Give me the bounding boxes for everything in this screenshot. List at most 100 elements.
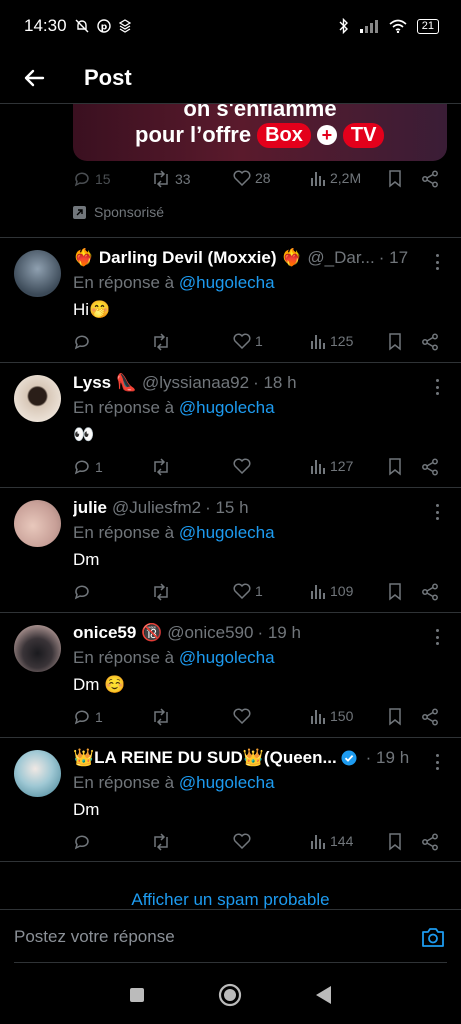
timestamp: · 18 h <box>253 373 297 392</box>
like-button[interactable] <box>233 458 255 474</box>
clock: 14:30 <box>24 16 67 35</box>
views-chart-icon <box>311 460 325 474</box>
share-button[interactable] <box>421 708 439 726</box>
avatar[interactable] <box>14 750 61 797</box>
bookmark-button[interactable] <box>388 583 402 601</box>
reply-icon <box>74 335 89 350</box>
ad-share-button[interactable] <box>421 170 439 188</box>
mention-link[interactable]: @hugolecha <box>179 523 275 542</box>
ad-bookmark-button[interactable] <box>388 170 402 188</box>
views-button[interactable]: 144 <box>310 833 353 849</box>
back-nav-button[interactable] <box>309 980 339 1010</box>
share-button[interactable] <box>421 333 439 351</box>
mention-link[interactable]: @hugolecha <box>179 273 275 292</box>
repost-icon <box>154 583 168 601</box>
user-handle[interactable]: @Juliesfm2 <box>112 498 201 518</box>
reply-button[interactable]: 1 <box>73 458 103 476</box>
share-icon <box>422 333 438 351</box>
display-name[interactable]: Lyss 👠 <box>73 373 137 393</box>
bookmark-icon <box>389 708 401 726</box>
in-reply-prefix: En réponse à <box>73 773 175 792</box>
in-reply-prefix: En réponse à <box>73 648 175 667</box>
reply-text: Dm ☺️ <box>73 675 126 694</box>
views-button[interactable]: 127 <box>310 458 353 474</box>
more-options-button[interactable] <box>429 377 445 397</box>
like-count: 1 <box>255 583 263 599</box>
mention-link[interactable]: @hugolecha <box>179 773 275 792</box>
status-bar-left: 14:30 p <box>24 16 131 36</box>
show-probable-spam-link[interactable]: Afficher un spam probable <box>0 890 461 910</box>
like-button[interactable] <box>233 708 255 724</box>
reply-action-bar: 144 <box>73 833 447 855</box>
more-options-button[interactable] <box>429 627 445 647</box>
like-button[interactable] <box>233 833 255 849</box>
reply-button[interactable] <box>73 583 95 601</box>
back-button[interactable] <box>14 58 54 98</box>
like-button[interactable]: 1 <box>233 583 263 599</box>
ad-reply-button[interactable]: 15 <box>73 170 111 188</box>
views-chart-icon <box>311 335 325 349</box>
avatar[interactable] <box>14 500 61 547</box>
display-name[interactable]: 👑LA REINE DU SUD👑(Queen... <box>73 748 337 768</box>
ad-headline-line2: pour l’offre Box + TV <box>135 122 385 148</box>
reply-button[interactable]: 1 <box>73 708 103 726</box>
ad-repost-button[interactable]: 33 <box>151 170 191 188</box>
repost-button[interactable] <box>151 333 175 351</box>
views-button[interactable]: 109 <box>310 583 353 599</box>
reply-button[interactable] <box>73 333 95 351</box>
ad-media-card[interactable]: on s'enflamme pour l’offre Box + TV <box>73 104 447 161</box>
more-options-button[interactable] <box>429 252 445 272</box>
bookmark-button[interactable] <box>388 458 402 476</box>
views-button[interactable]: 150 <box>310 708 353 724</box>
home-button[interactable] <box>215 980 245 1010</box>
repost-button[interactable] <box>151 583 175 601</box>
reply-input[interactable] <box>14 924 394 950</box>
share-button[interactable] <box>421 833 439 851</box>
recents-button[interactable] <box>122 980 152 1010</box>
mention-link[interactable]: @hugolecha <box>179 398 275 417</box>
bookmark-button[interactable] <box>388 333 402 351</box>
views-chart-icon <box>311 585 325 599</box>
reply-item[interactable]: julie @Juliesfm2 · 15 h En réponse à @hu… <box>0 488 461 612</box>
views-count: 144 <box>330 833 354 849</box>
camera-button[interactable] <box>421 926 445 953</box>
in-reply-to: En réponse à @hugolecha <box>73 648 275 668</box>
display-name[interactable]: julie <box>73 498 107 518</box>
signal-icon <box>359 19 379 33</box>
user-handle[interactable]: @lyssianaa92 <box>142 373 249 393</box>
heart-icon <box>233 458 251 474</box>
more-options-button[interactable] <box>429 502 445 522</box>
heart-icon <box>233 833 251 849</box>
views-button[interactable]: 125 <box>310 333 353 349</box>
ad-action-bar: 15 33 28 2,2M <box>73 170 447 196</box>
arrow-left-icon <box>24 69 45 86</box>
repost-button[interactable] <box>151 833 175 851</box>
reply-item[interactable]: 👑LA REINE DU SUD👑(Queen... · 19 h En rép… <box>0 738 461 862</box>
mention-link[interactable]: @hugolecha <box>179 648 275 667</box>
display-name[interactable]: onice59 🔞 <box>73 623 162 643</box>
reply-item[interactable]: Lyss 👠 @lyssianaa92 · 18 h En réponse à … <box>0 363 461 487</box>
more-options-button[interactable] <box>429 752 445 772</box>
reply-header: onice59 🔞 @onice590 · 19 h <box>73 623 413 643</box>
reply-button[interactable] <box>73 833 95 851</box>
reply-count: 1 <box>95 709 103 725</box>
ad-like-button[interactable]: 28 <box>233 170 271 186</box>
bookmark-button[interactable] <box>388 833 402 851</box>
like-button[interactable]: 1 <box>233 333 263 349</box>
bookmark-button[interactable] <box>388 708 402 726</box>
reply-item[interactable]: onice59 🔞 @onice590 · 19 h En réponse à … <box>0 613 461 737</box>
reply-icon <box>74 710 89 725</box>
avatar[interactable] <box>14 250 61 297</box>
ad-views-button[interactable]: 2,2M <box>310 170 361 186</box>
share-button[interactable] <box>421 458 439 476</box>
share-button[interactable] <box>421 583 439 601</box>
reply-item[interactable]: ❤️‍🔥 Darling Devil (Moxxie) ❤️‍🔥 @_Dar..… <box>0 238 461 362</box>
user-handle[interactable]: @onice590 <box>167 623 253 643</box>
avatar[interactable] <box>14 375 61 422</box>
avatar[interactable] <box>14 625 61 672</box>
reply-icon <box>74 172 89 187</box>
repost-button[interactable] <box>151 708 175 726</box>
user-handle[interactable]: @_Dar... <box>307 248 374 268</box>
repost-button[interactable] <box>151 458 175 476</box>
display-name[interactable]: ❤️‍🔥 Darling Devil (Moxxie) ❤️‍🔥 <box>73 248 302 268</box>
